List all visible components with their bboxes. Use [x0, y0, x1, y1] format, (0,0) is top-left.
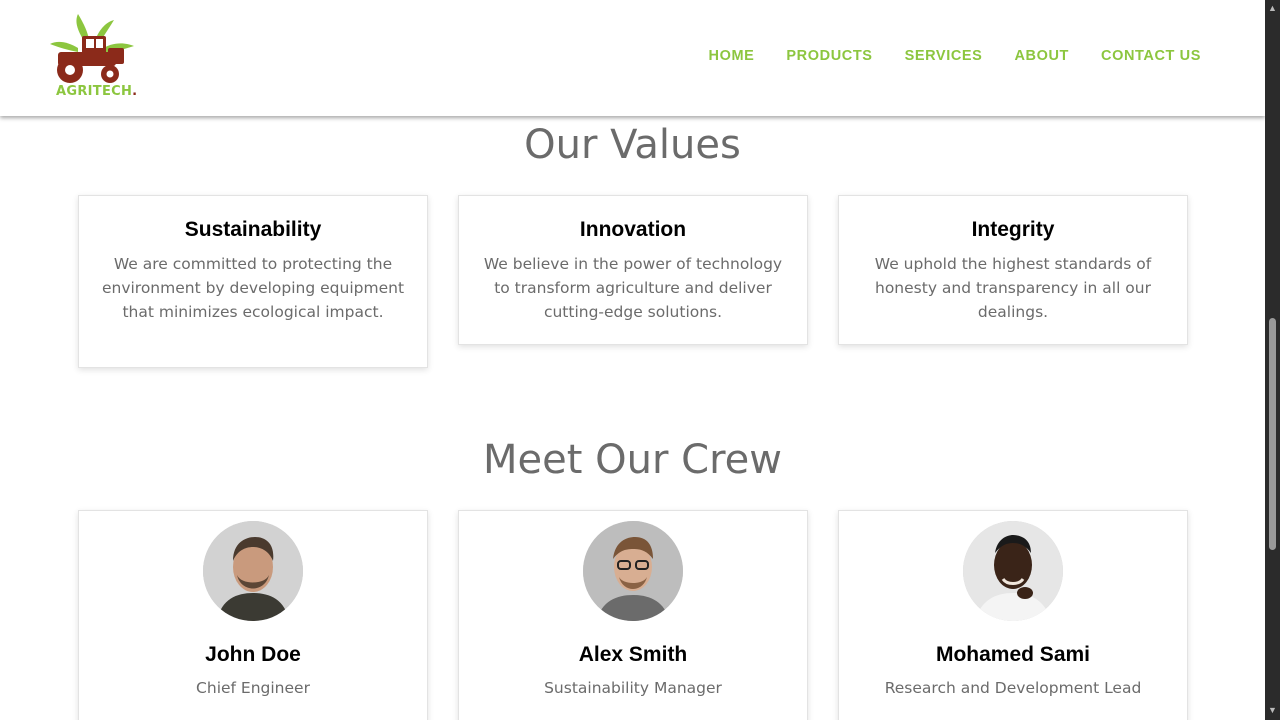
- value-card-innovation: Innovation We believe in the power of te…: [458, 195, 808, 345]
- crew-role: Chief Engineer: [196, 679, 310, 697]
- crew-section-title: Meet Our Crew: [483, 437, 782, 483]
- tractor-leaf-logo-icon: [50, 14, 134, 83]
- scroll-up-icon[interactable]: ▲: [1268, 4, 1277, 13]
- crew-role: Sustainability Manager: [544, 679, 722, 697]
- page: AGRITECH. HOME PRODUCTS SERVICES ABOUT C…: [0, 0, 1265, 720]
- value-card-title: Integrity: [971, 218, 1055, 241]
- avatar: [203, 521, 303, 621]
- site-header: AGRITECH. HOME PRODUCTS SERVICES ABOUT C…: [0, 0, 1265, 116]
- crew-role: Research and Development Lead: [884, 679, 1142, 697]
- value-card-text: We believe in the power of technology to…: [483, 255, 783, 321]
- logo-dot: .: [132, 84, 138, 99]
- crew-name: Alex Smith: [578, 643, 688, 666]
- nav-contact-us[interactable]: CONTACT US: [1101, 48, 1201, 64]
- nav-products[interactable]: PRODUCTS: [786, 48, 872, 64]
- nav-home[interactable]: HOME: [709, 48, 755, 64]
- person-photo-icon: [203, 521, 303, 621]
- value-card-integrity: Integrity We uphold the highest standard…: [838, 195, 1188, 345]
- scrollbar-thumb[interactable]: [1269, 318, 1276, 550]
- crew-name: Mohamed Sami: [935, 643, 1091, 666]
- value-card-text: We are committed to protecting the envir…: [101, 255, 405, 321]
- crew-name: John Doe: [205, 643, 301, 666]
- crew-card: Alex Smith Sustainability Manager: [458, 510, 808, 720]
- crew-card: Mohamed Sami Research and Development Le…: [838, 510, 1188, 720]
- avatar: [583, 521, 683, 621]
- logo[interactable]: AGRITECH.: [48, 14, 138, 104]
- value-card-title: Sustainability: [184, 218, 322, 241]
- person-photo-icon: [583, 521, 683, 621]
- page-scrollbar[interactable]: ▲ ▼: [1265, 0, 1280, 720]
- scroll-down-icon[interactable]: ▼: [1268, 706, 1277, 715]
- avatar: [963, 521, 1063, 621]
- nav-about[interactable]: ABOUT: [1014, 48, 1069, 64]
- crew-card: John Doe Chief Engineer: [78, 510, 428, 720]
- value-card-sustainability: Sustainability We are committed to prote…: [78, 195, 428, 368]
- logo-text: AGRITECH: [56, 84, 133, 99]
- nav-services[interactable]: SERVICES: [905, 48, 983, 64]
- person-photo-icon: [963, 521, 1063, 621]
- value-card-title: Innovation: [579, 218, 687, 241]
- values-section-title: Our Values: [524, 122, 741, 168]
- value-card-text: We uphold the highest standards of hones…: [874, 255, 1152, 321]
- main-nav: HOME PRODUCTS SERVICES ABOUT CONTACT US: [709, 48, 1202, 64]
